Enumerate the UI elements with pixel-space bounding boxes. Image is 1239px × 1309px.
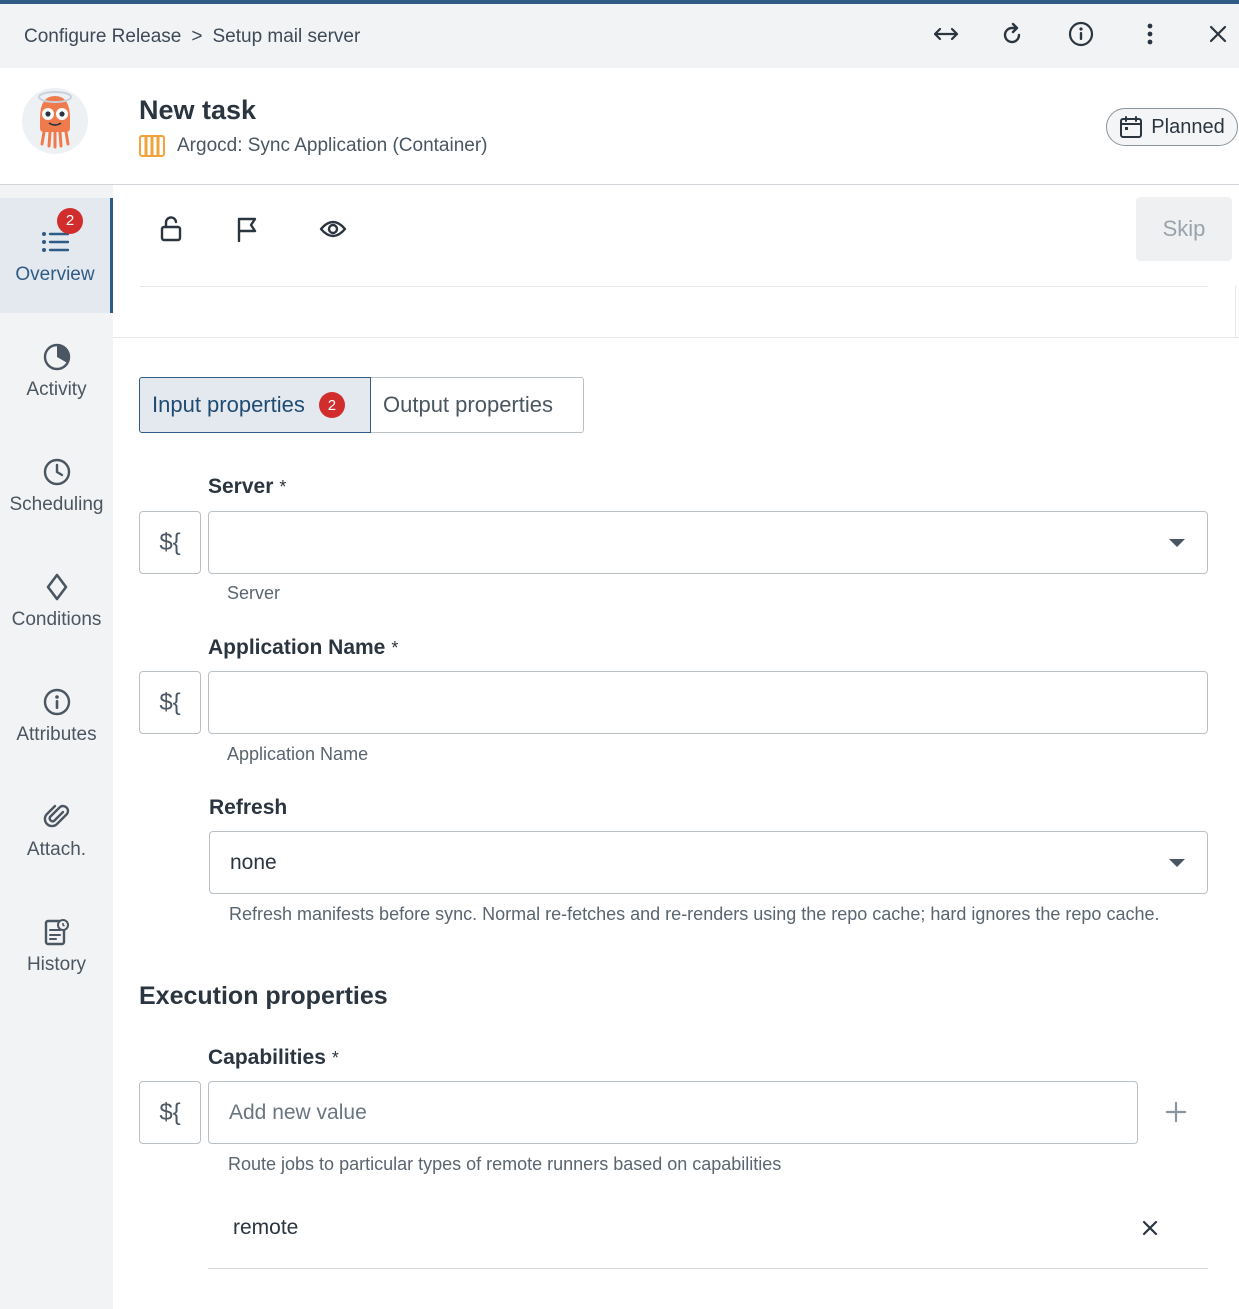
server-select[interactable] [208,511,1208,574]
tab-output-properties[interactable]: Output properties [371,377,584,433]
remove-capability-button[interactable] [1136,1214,1164,1242]
sidebar-item-activity[interactable]: Activity [0,313,113,428]
unlock-icon[interactable] [154,212,188,246]
sidebar-item-label: Attributes [16,723,97,745]
info-icon[interactable] [1066,19,1096,49]
sidebar-item-label: Overview [15,263,95,285]
application-name-input[interactable] [208,671,1208,734]
sidebar-item-history[interactable]: History [0,888,113,1003]
status-label: Planned [1151,115,1225,138]
breadcrumb-separator: > [191,26,203,47]
chevron-down-icon [1169,539,1185,547]
chevron-down-icon [1169,859,1185,867]
status-badge[interactable]: Planned [1106,108,1238,146]
application-name-label: Application Name * [208,636,398,660]
sidebar-item-attachments[interactable]: Attach. [0,773,113,888]
container-icon [139,135,165,157]
tab-input-properties[interactable]: Input properties 2 [139,377,371,433]
properties-tabs: Input properties 2 Output properties [139,377,584,433]
argocd-logo [22,88,88,154]
server-label-text: Server [208,475,274,498]
sidebar-item-label: Attach. [26,838,87,860]
breadcrumb: Configure Release > Setup mail server [24,26,360,48]
close-icon [1142,1220,1158,1236]
breadcrumb-parent[interactable]: Configure Release [24,26,181,48]
capability-item: remote [208,1196,1208,1269]
top-bar: Configure Release > Setup mail server [0,4,1239,68]
task-type: Argocd: Sync Application (Container) [139,135,488,157]
capabilities-helper: Route jobs to particular types of remote… [228,1154,782,1174]
input-properties-badge: 2 [318,392,345,418]
skip-button[interactable]: Skip [1136,197,1232,261]
refresh-label: Refresh [209,796,288,819]
sidebar-item-label: Scheduling [9,493,104,515]
divider [140,286,1208,287]
refresh-select[interactable]: none [209,831,1208,894]
capabilities-label: Capabilities * [208,1046,339,1070]
tab-label: Output properties [383,392,553,417]
flag-icon[interactable] [230,212,264,246]
sidebar-item-label: History [26,953,87,975]
sidebar-item-label: Activity [26,378,87,400]
pie-chart-icon [43,341,71,373]
paperclip-icon [43,801,71,833]
refresh-helper: Refresh manifests before sync. Normal re… [229,904,1160,924]
more-vertical-icon[interactable] [1135,19,1165,49]
task-header: New task Argocd: Sync Application (Conta… [0,68,1239,185]
overview-badge: 2 [57,207,83,234]
add-capability-button[interactable] [1162,1098,1190,1126]
info-icon [43,686,71,718]
capabilities-placeholder: Add new value [229,1100,367,1124]
close-icon[interactable] [1203,19,1233,49]
tab-label: Input properties [152,392,305,417]
sidebar-item-overview[interactable]: 2 Overview [0,198,113,313]
refresh-value: none [230,850,277,874]
task-title[interactable]: New task [139,95,256,126]
execution-properties-title: Execution properties [139,982,388,1010]
calendar-icon [1120,116,1143,138]
sidebar-item-conditions[interactable]: Conditions [0,543,113,658]
divider [1235,286,1236,338]
sidebar-item-scheduling[interactable]: Scheduling [0,428,113,543]
required-mark: * [331,1048,339,1068]
capabilities-input[interactable]: Add new value [208,1081,1138,1144]
diamond-icon [46,571,68,603]
plus-icon [1165,1101,1187,1123]
history-icon [44,916,70,948]
capability-value: remote [233,1216,299,1239]
application-name-variable-button[interactable]: ${ [139,671,201,734]
server-label: Server * [208,475,286,499]
sidebar-item-attributes[interactable]: Attributes [0,658,113,773]
sidebar: 2 Overview Activity Scheduling Condition… [0,185,113,1309]
application-name-helper: Application Name [227,744,369,764]
required-mark: * [279,477,287,497]
breadcrumb-current: Setup mail server [212,26,361,47]
server-helper: Server [227,583,281,603]
expand-width-icon[interactable] [931,19,961,49]
refresh-icon[interactable] [997,19,1027,49]
server-variable-button[interactable]: ${ [139,511,201,574]
list-icon: 2 [41,207,83,258]
clock-icon [43,456,71,488]
eye-icon[interactable] [316,212,350,246]
task-type-label: Argocd: Sync Application (Container) [177,135,488,156]
capabilities-variable-button[interactable]: ${ [139,1081,201,1144]
required-mark: * [391,638,399,658]
application-name-label-text: Application Name [208,636,386,659]
capabilities-label-text: Capabilities [208,1046,326,1069]
divider [113,337,1239,338]
sidebar-item-label: Conditions [11,608,102,630]
